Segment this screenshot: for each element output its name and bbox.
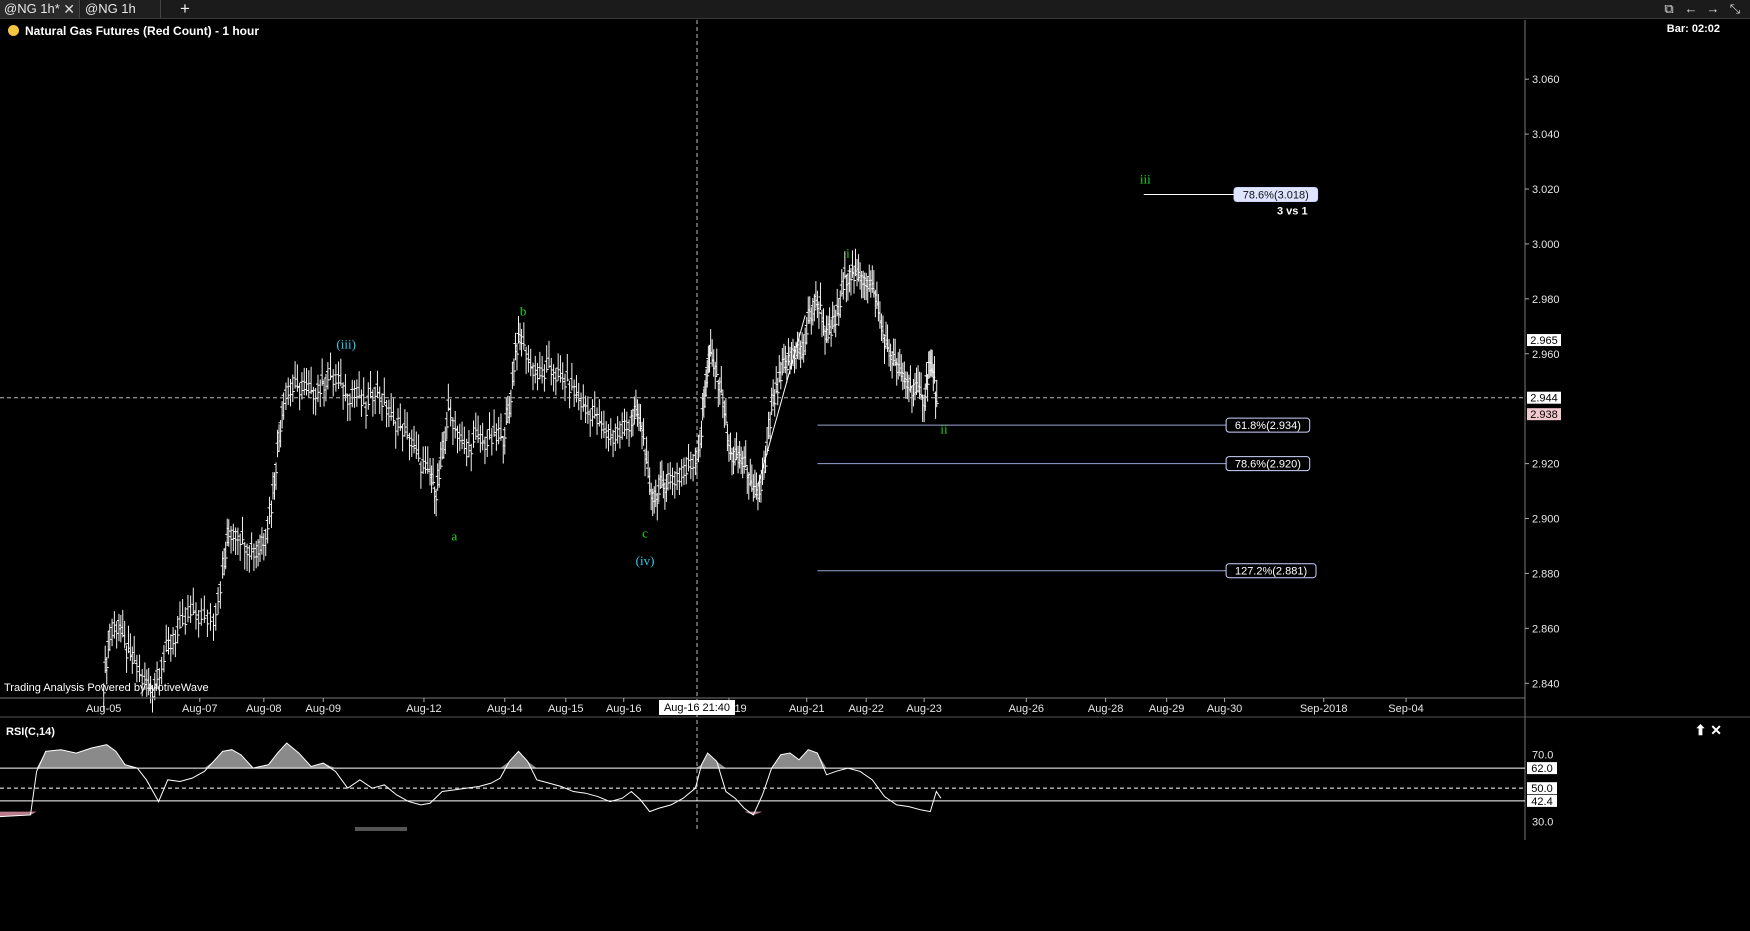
powered-by: Trading Analysis Powered by MotiveWave [4, 682, 209, 694]
wave-label: iii [1140, 172, 1151, 187]
price-marker-label: 2.965 [1530, 335, 1558, 347]
rsi-title: RSI(C,14) [6, 726, 55, 738]
x-tick-label: Aug-15 [548, 703, 583, 715]
price-marker-label: 2.944 [1530, 393, 1558, 405]
x-tick-label: Aug-30 [1207, 703, 1242, 715]
y-tick-label: 2.900 [1532, 514, 1560, 526]
x-tick-label: Aug-28 [1088, 703, 1123, 715]
wave-label: b [520, 303, 527, 318]
x-tick-label: Aug-12 [406, 703, 441, 715]
crosshair-x-label: Aug-16 21:40 [664, 702, 730, 714]
fib-level-label: 78.6%(3.018) [1243, 190, 1309, 202]
close-icon[interactable]: ✕ [1710, 722, 1722, 738]
y-tick-label: 2.980 [1532, 294, 1560, 306]
rsi-overbought-fill [0, 743, 941, 769]
fib-level-label: 78.6%(2.920) [1235, 459, 1301, 471]
y-tick-label: 2.960 [1532, 349, 1560, 361]
x-tick-label: Aug-22 [848, 703, 883, 715]
y-tick-label: 3.000 [1532, 239, 1560, 251]
rsi-level-label: 42.4 [1531, 796, 1552, 808]
wave-label: c [642, 526, 648, 541]
x-tick-label: Aug-05 [86, 703, 121, 715]
x-tick-label: Aug-21 [789, 703, 824, 715]
maximize-up-icon[interactable]: ⬆ [1695, 722, 1707, 738]
y-tick-label: 3.020 [1532, 184, 1560, 196]
x-tick-label: Aug-16 [606, 703, 641, 715]
x-tick-label: Aug-14 [487, 703, 522, 715]
x-tick-label: Sep-2018 [1300, 703, 1348, 715]
y-tick-label: 2.860 [1532, 623, 1560, 635]
fib-level-label: 61.8%(2.934) [1235, 420, 1301, 432]
x-tick-label: Aug-23 [906, 703, 941, 715]
x-tick-label: Aug-26 [1009, 703, 1044, 715]
x-tick-label: Aug-08 [246, 703, 281, 715]
wave-label: i [846, 246, 850, 261]
wave-label: (iii) [336, 336, 356, 351]
rsi-level-label: 62.0 [1531, 763, 1552, 775]
x-tick-label: Sep-04 [1388, 703, 1423, 715]
price-chart[interactable]: 78.6%(3.018) 3 vs 1 61.8%(2.934) 78.6%(2.92… [0, 0, 1750, 931]
rsi-oversold-fill [0, 811, 941, 817]
trend-line [757, 315, 806, 486]
wave-label: (iv) [636, 553, 655, 568]
fib-level-label: 127.2%(2.881) [1235, 566, 1307, 578]
x-tick-label: Aug-09 [306, 703, 341, 715]
rsi-line [0, 742, 942, 818]
y-tick-label: 3.040 [1532, 129, 1560, 141]
rsi-y-tick-label: 70.0 [1532, 750, 1553, 762]
rsi-panel-controls: ⬆ ✕ [1695, 722, 1722, 739]
rsi-level-label: 50.0 [1531, 783, 1552, 795]
fib-note: 3 vs 1 [1277, 206, 1308, 218]
x-tick-label: Aug-29 [1149, 703, 1184, 715]
y-tick-label: 3.060 [1532, 74, 1560, 86]
y-tick-label: 2.920 [1532, 459, 1560, 471]
scrollbar-thumb [355, 827, 407, 831]
x-tick-label: Aug-07 [182, 703, 217, 715]
price-marker-label: 2.938 [1530, 409, 1558, 421]
wave-label: a [452, 528, 458, 543]
rsi-y-tick-label: 30.0 [1532, 817, 1553, 829]
y-tick-label: 2.880 [1532, 568, 1560, 580]
y-tick-label: 2.840 [1532, 678, 1560, 690]
wave-label: ii [940, 421, 948, 436]
